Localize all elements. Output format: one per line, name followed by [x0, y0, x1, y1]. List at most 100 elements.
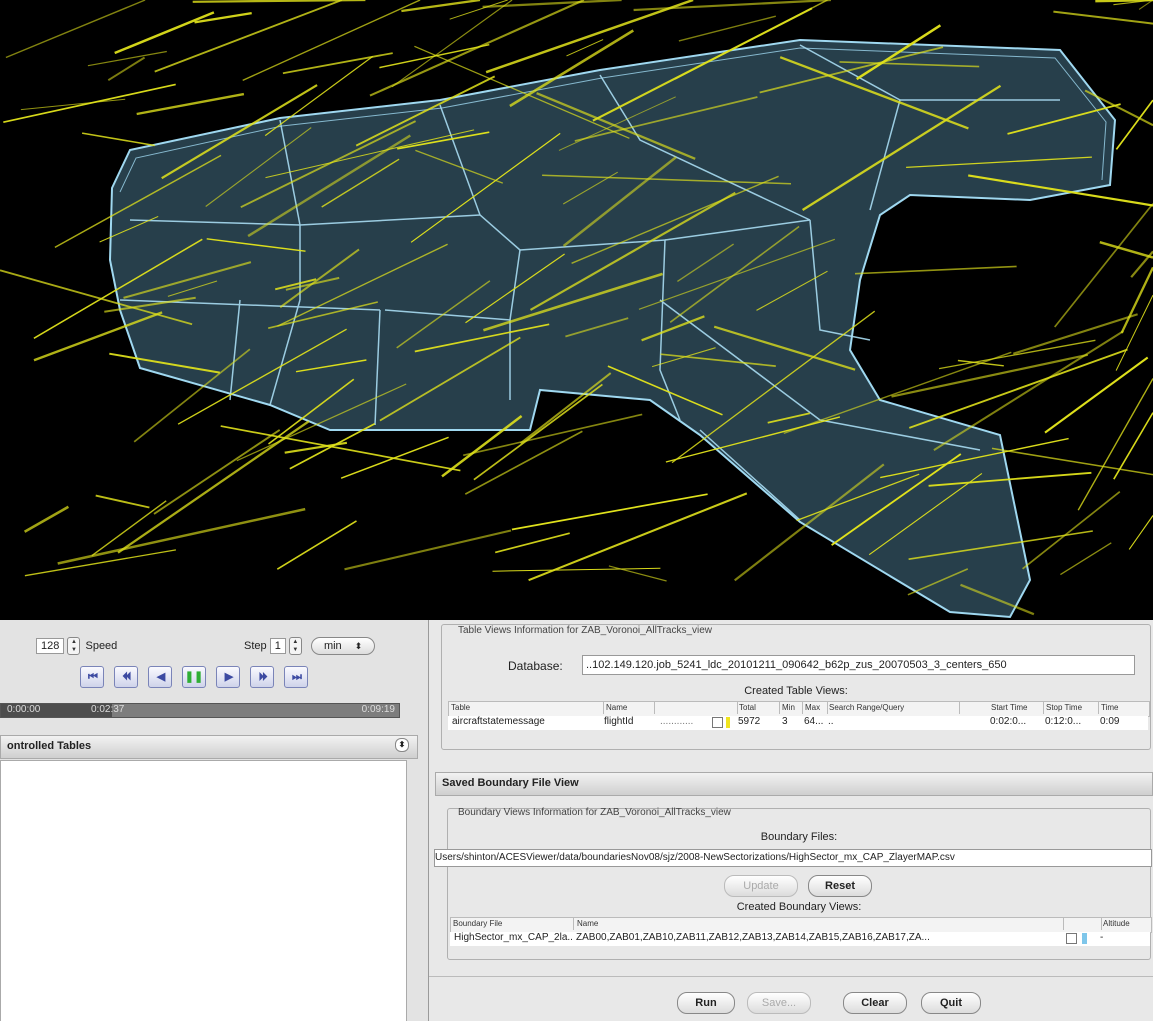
flight-track — [276, 520, 357, 570]
boundary-file-path[interactable]: Users/shinton/ACESViewer/data/boundaries… — [434, 849, 1152, 867]
created-table-views-label: Created Table Views: — [744, 685, 848, 697]
col-name: Name — [604, 702, 655, 714]
step-stepper[interactable]: ▲ ▼ — [288, 637, 302, 656]
col-boundary-options — [1063, 918, 1102, 930]
boundary-color-swatch[interactable] — [1082, 933, 1087, 944]
run-button[interactable]: Run — [677, 992, 735, 1014]
col-boundary-file: Boundary File — [451, 918, 574, 930]
row-max: 64... — [804, 716, 824, 727]
time-current: 0:02:37 — [91, 704, 125, 715]
views-panel: Table Views Information for ZAB_Voronoi_… — [429, 620, 1153, 1021]
play-button[interactable]: ▶ — [216, 666, 240, 688]
flight-track — [1113, 412, 1153, 480]
row-stop: 0:12:0... — [1045, 716, 1082, 727]
step-control: Step 1 ▲ ▼ min ⬍ — [244, 637, 376, 656]
boundary-views-title: Boundary Views Information for ZAB_Voron… — [458, 807, 731, 818]
flight-track — [95, 494, 150, 509]
chevron-updown-icon: ⬍ — [354, 641, 363, 651]
col-options — [655, 702, 738, 714]
flight-track — [242, 0, 421, 82]
created-boundary-views-label: Created Boundary Views: — [736, 901, 862, 913]
flight-track — [81, 132, 155, 147]
bottom-divider — [429, 976, 1153, 977]
col-time: Time — [1099, 702, 1150, 714]
controlled-tables-header[interactable]: ontrolled Tables ⬍ — [0, 735, 418, 759]
update-button[interactable]: Update — [724, 875, 798, 897]
unit-select[interactable]: min ⬍ — [310, 637, 376, 655]
row-min: 3 — [782, 716, 788, 727]
flight-track — [1077, 378, 1153, 511]
row-total: 5972 — [738, 716, 761, 727]
flight-track — [344, 529, 512, 571]
col-table: Table — [449, 702, 604, 714]
pause-button[interactable]: ❚❚ — [182, 666, 206, 688]
table-row[interactable]: HighSector_mx_CAP_2la... ZAB00,ZAB01,ZAB… — [450, 932, 1150, 946]
flight-track — [1053, 10, 1153, 25]
boundary-row-file: HighSector_mx_CAP_2la... — [454, 932, 572, 943]
step-value: 1 — [269, 638, 286, 655]
flight-track — [153, 429, 281, 515]
airspace-3d-view[interactable] — [0, 0, 1153, 620]
save-button[interactable]: Save... — [747, 992, 811, 1014]
controlled-tables-title: ontrolled Tables — [7, 740, 92, 752]
row-table: aircraftstatemessage — [452, 716, 545, 727]
flight-track — [494, 532, 570, 554]
speed-stepper[interactable]: ▲ ▼ — [67, 637, 81, 655]
flight-track — [492, 567, 661, 572]
clear-button[interactable]: Clear — [843, 992, 907, 1014]
unit-select-value: min — [323, 640, 342, 652]
boundary-visible-checkbox[interactable] — [1066, 933, 1077, 944]
skip-to-end-button[interactable]: ⏭ — [284, 666, 308, 688]
table-views-title: Table Views Information for ZAB_Voronoi_… — [458, 625, 713, 636]
col-boundary-name: Name — [575, 918, 1064, 930]
skip-to-start-button[interactable]: ⏮ — [80, 666, 104, 688]
boundary-files-label: Boundary Files: — [760, 831, 838, 843]
step-forward-button[interactable]: ⏵⏵ — [250, 666, 274, 688]
row-query: .. — [828, 716, 834, 727]
flight-track — [114, 11, 215, 55]
flight-track — [908, 348, 1128, 429]
flight-track — [1099, 240, 1153, 259]
play-reverse-button[interactable]: ◀ — [148, 666, 172, 688]
speed-label: Speed — [85, 639, 118, 652]
airspace-canvas[interactable] — [0, 0, 1153, 620]
flight-track — [282, 52, 393, 75]
row-color-swatch[interactable] — [726, 717, 730, 728]
table-row[interactable]: aircraftstatemessage flightId ..........… — [448, 716, 1148, 730]
flight-track — [154, 0, 343, 73]
row-name: flightId — [604, 716, 634, 727]
flight-track — [891, 353, 1089, 398]
row-visible-checkbox[interactable] — [712, 717, 723, 728]
flight-track — [57, 507, 306, 565]
reset-button[interactable]: Reset — [808, 875, 872, 897]
col-altitude: Altitude — [1101, 918, 1152, 930]
timeline-slider[interactable]: 0:00:00 0:02:37 0:09:19 — [0, 703, 400, 718]
time-start: 0:00:00 — [7, 704, 41, 715]
database-label: Database: — [508, 659, 563, 673]
flight-track — [1044, 356, 1149, 434]
col-start: Start Time — [989, 702, 1044, 714]
time-end: 0:09:19 — [361, 704, 395, 715]
boundary-row-altitude: - — [1100, 932, 1104, 943]
table-views-group: Table Views Information for ZAB_Voronoi_… — [441, 624, 1151, 750]
saved-boundary-title: Saved Boundary File View — [442, 777, 579, 789]
flight-track — [1128, 515, 1153, 550]
flight-track — [1115, 99, 1153, 150]
database-field[interactable]: ..102.149.120.job_5241_ldc_20101211_0906… — [582, 655, 1135, 675]
step-back-button[interactable]: ⏴⏴ — [114, 666, 138, 688]
col-stop: Stop Time — [1044, 702, 1099, 714]
row-time: 0:09 — [1100, 716, 1120, 727]
speed-control: 128 ▲ ▼ Speed — [36, 637, 117, 655]
quit-button[interactable]: Quit — [921, 992, 981, 1014]
flight-track — [633, 0, 831, 12]
speed-value: 128 — [36, 638, 65, 654]
flight-track — [1054, 203, 1153, 328]
collapse-icon[interactable]: ⬍ — [395, 738, 409, 752]
saved-boundary-header[interactable]: Saved Boundary File View — [435, 772, 1153, 796]
boundary-views-group: Boundary Views Information for ZAB_Voron… — [434, 807, 1152, 960]
col-min: Min — [780, 702, 803, 714]
controlled-tables-list[interactable] — [0, 760, 407, 1021]
row-dots: ............ — [660, 716, 694, 727]
flight-track — [391, 0, 513, 88]
flight-track — [136, 92, 245, 116]
